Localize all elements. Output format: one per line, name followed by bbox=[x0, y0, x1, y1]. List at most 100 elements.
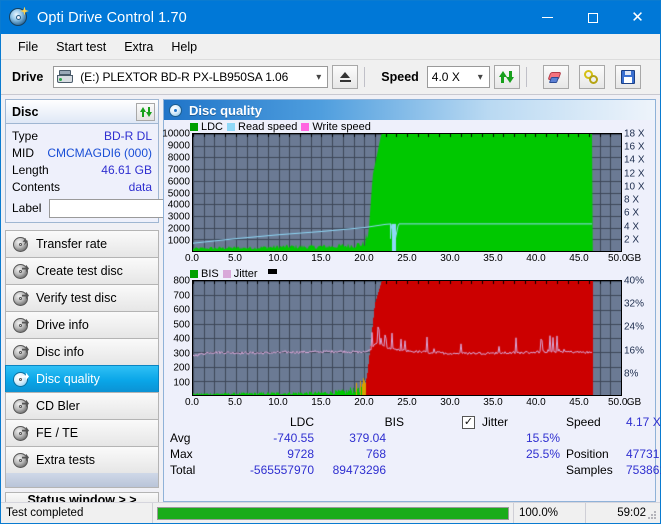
axis-tick-label: 32% bbox=[624, 298, 645, 310]
speed-select[interactable]: 4.0 X ▾ bbox=[426, 66, 490, 88]
maximize-button[interactable] bbox=[570, 1, 615, 34]
stats-ldc-value: -565557970 bbox=[249, 463, 314, 477]
axis-tick-label: 700 bbox=[173, 290, 190, 301]
axis-tick-label: 45.0 bbox=[569, 253, 589, 264]
progress-percent: 100.0% bbox=[514, 503, 586, 523]
sidebar-item-verify-test-disc[interactable]: Verify test disc bbox=[5, 284, 159, 311]
sidebar-item-extra-tests[interactable]: Extra tests bbox=[5, 446, 159, 473]
axis-tick-label: 16% bbox=[624, 345, 645, 357]
axis-tick-label: 6000 bbox=[167, 176, 190, 188]
axis-tick-label: 30.0 bbox=[440, 397, 460, 408]
disc-refresh-button[interactable] bbox=[136, 102, 155, 121]
axis-tick-label: 1000 bbox=[167, 235, 190, 247]
axis-tick-label: 40.0 bbox=[526, 253, 546, 264]
disc-row-key: Type bbox=[12, 128, 39, 143]
legend-swatch-read-speed bbox=[227, 122, 236, 131]
sidebar-item-fe-te[interactable]: FE / TE bbox=[5, 419, 159, 446]
axis-tick-label: 25.0 bbox=[397, 253, 417, 264]
lower-chart-y-axis-left: 800 700 600 500 400 300 200 100 bbox=[164, 276, 192, 396]
lower-chart-y-axis-right: 40% 32% 24% 16% 8% bbox=[622, 276, 655, 396]
lower-chart-legend: BIS Jitter bbox=[164, 267, 655, 280]
legend-marker-black bbox=[267, 268, 277, 274]
menu-start-test[interactable]: Start test bbox=[47, 37, 115, 57]
axis-tick-label: 4 X bbox=[624, 221, 640, 233]
menu-extra[interactable]: Extra bbox=[115, 37, 162, 57]
drive-label: Drive bbox=[12, 70, 44, 84]
axis-tick-label: 15.0 bbox=[311, 253, 331, 264]
disc-quality-icon bbox=[169, 103, 183, 117]
axis-tick-label: 10.0 bbox=[268, 253, 288, 264]
upper-chart-y-axis-right: 18 X 16 X 14 X 12 X 10 X8 X6 X 4 X2 X bbox=[622, 129, 655, 252]
axis-tick-label: 15.0 bbox=[311, 397, 331, 408]
sidebar: Disc Type BD-R DL MID CMCMAGDI6 (000) Le… bbox=[5, 99, 225, 508]
sidebar-item-label: FE / TE bbox=[36, 426, 79, 440]
legend-item-jitter: Jitter bbox=[222, 268, 258, 280]
menu-help[interactable]: Help bbox=[162, 37, 206, 57]
jitter-checkbox[interactable]: ✓ bbox=[462, 415, 475, 429]
sidebar-item-create-test-disc[interactable]: Create test disc bbox=[5, 257, 159, 284]
drive-icon bbox=[57, 70, 74, 84]
sidebar-item-cd-bler[interactable]: CD Bler bbox=[5, 392, 159, 419]
lower-plot-row: 800 700 600 500 400 300 200 100 40% 32% 24% 16% 8% bbox=[164, 276, 655, 396]
stats-header-row: LDC BIS bbox=[170, 414, 438, 430]
disc-row-key: Length bbox=[12, 162, 49, 177]
axis-tick-label: 400 bbox=[173, 333, 190, 345]
axis-tick-label: 5000 bbox=[167, 188, 190, 199]
run-stats: Speed Position Samples 4.17 X 47731 MB 7… bbox=[566, 414, 661, 497]
content-area: Disc Type BD-R DL MID CMCMAGDI6 (000) Le… bbox=[1, 95, 661, 508]
disc-row-key: MID bbox=[12, 145, 34, 160]
samples-stat-label: Samples bbox=[566, 463, 613, 477]
disc-row-contents: Contents data bbox=[12, 178, 152, 195]
main-panel-header: Disc quality bbox=[164, 100, 655, 120]
stats-row-label: Total bbox=[170, 463, 196, 477]
axis-tick-label: 500 bbox=[173, 319, 190, 330]
sidebar-item-label: Drive info bbox=[36, 318, 89, 332]
erase-button[interactable] bbox=[542, 65, 569, 89]
axis-tick-label: 200 bbox=[173, 362, 190, 374]
eject-icon bbox=[339, 72, 351, 82]
sidebar-item-label: Transfer rate bbox=[36, 237, 108, 251]
statistics-panel: LDC BIS Avg -740.55 379.04 Max 9728 768 bbox=[164, 411, 661, 501]
sidebar-item-label: CD Bler bbox=[36, 399, 80, 413]
close-button[interactable]: ✕ bbox=[615, 1, 660, 34]
lower-chart-x-axis: 0.0 5.0 10.0 15.0 20.0 25.0 30.0 35.0 40.0 45.0 50… bbox=[185, 396, 641, 411]
eject-button[interactable] bbox=[332, 65, 359, 89]
disc-row-type: Type BD-R DL bbox=[12, 127, 152, 144]
axis-tick-label: 2 X bbox=[624, 234, 640, 246]
legend-swatch-write-speed bbox=[301, 122, 310, 131]
axis-tick-label: 9000 bbox=[167, 140, 190, 152]
axis-tick-label: 2000 bbox=[167, 223, 190, 235]
axis-tick-label: 5.0 bbox=[228, 397, 242, 408]
menu-bar: File Start test Extra Help bbox=[1, 34, 660, 60]
save-button[interactable] bbox=[614, 65, 641, 89]
disc-label-key: Label bbox=[12, 201, 42, 215]
resize-grip-icon[interactable] bbox=[647, 510, 658, 521]
sidebar-item-label: Create test disc bbox=[36, 264, 123, 278]
refresh-button[interactable] bbox=[493, 65, 520, 89]
refresh-icon bbox=[139, 106, 152, 118]
legend-swatch-jitter bbox=[222, 269, 231, 278]
minimize-button[interactable] bbox=[525, 1, 570, 34]
jitter-max-value: 25.5% bbox=[525, 447, 560, 461]
axis-tick-label: 50.0 bbox=[607, 397, 628, 408]
disc-row-value: CMCMAGDI6 (000) bbox=[47, 145, 152, 160]
sidebar-item-disc-quality[interactable]: Disc quality bbox=[5, 365, 159, 392]
sidebar-item-label: Disc quality bbox=[36, 372, 100, 386]
window-title: Opti Drive Control 1.70 bbox=[37, 9, 187, 26]
verify-test-disc-icon bbox=[12, 290, 29, 306]
sidebar-item-disc-info[interactable]: Disc info bbox=[5, 338, 159, 365]
sidebar-item-drive-info[interactable]: Drive info bbox=[5, 311, 159, 338]
link-button[interactable] bbox=[578, 65, 605, 89]
title-bar: Opti Drive Control 1.70 ✕ bbox=[1, 1, 660, 34]
disc-row-mid: MID CMCMAGDI6 (000) bbox=[12, 144, 152, 161]
legend-item-read-speed: Read speed bbox=[227, 121, 297, 133]
jitter-stats: ✓ Jitter 15.5% 25.5% bbox=[438, 414, 566, 497]
menu-file[interactable]: File bbox=[9, 37, 47, 57]
fe-te-icon bbox=[12, 425, 29, 441]
sidebar-item-transfer-rate[interactable]: Transfer rate bbox=[5, 230, 159, 257]
lower-chart: BIS Jitter 800 700 600 500 400 300 200 100 40% 3… bbox=[164, 267, 655, 411]
legend-swatch-bis bbox=[190, 269, 198, 278]
drive-select[interactable]: (E:) PLEXTOR BD-R PX-LB950SA 1.06 ▾ bbox=[53, 66, 329, 88]
stats-row-total: Total -565557970 89473296 bbox=[170, 462, 438, 478]
window-controls: ✕ bbox=[525, 1, 660, 34]
